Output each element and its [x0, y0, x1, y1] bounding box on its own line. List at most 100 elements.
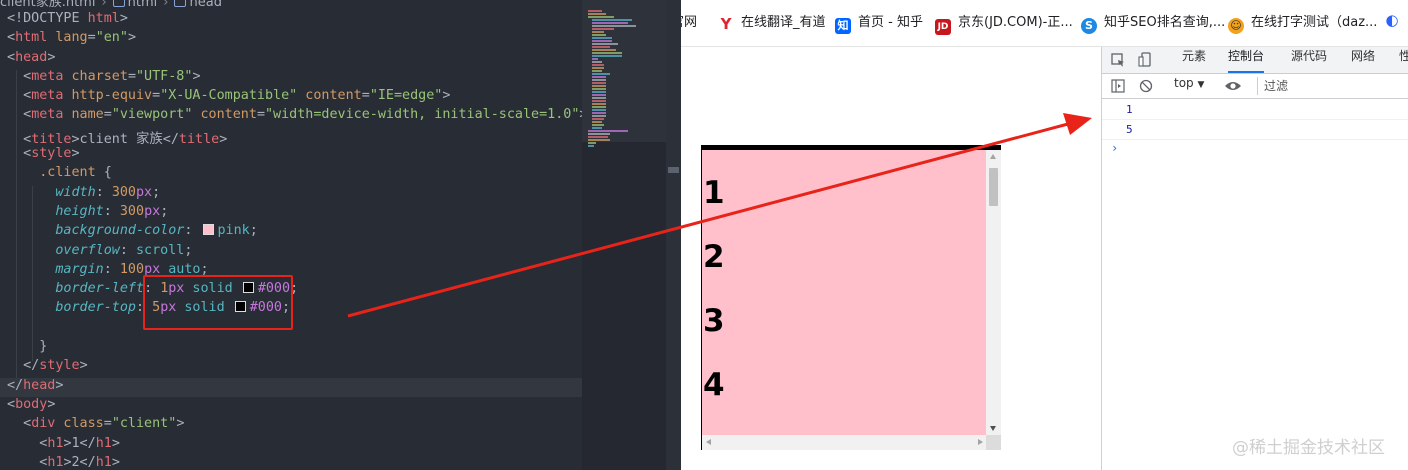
minimap-line [592, 79, 606, 81]
minimap-line [592, 46, 610, 48]
code-line-16: border-top: 5px solid #000; [55, 300, 291, 316]
minimap-line [592, 43, 618, 45]
scroll-thumb[interactable] [989, 168, 998, 206]
code-line-19: </style> [23, 358, 88, 374]
code-line-14: margin: 100px auto; [55, 261, 209, 277]
minimap-line [592, 100, 606, 102]
minimap-line [592, 127, 602, 129]
code-line-10: width: 300px; [55, 184, 161, 200]
element-icon [112, 0, 125, 7]
tab-elements[interactable]: 元素 [1182, 47, 1206, 73]
minimap-line [592, 52, 622, 54]
console-prompt-icon[interactable]: › [1111, 141, 1118, 155]
minimap-line [592, 109, 606, 111]
bookmark-seo[interactable]: S 知乎SEO排名查询,... [1081, 11, 1225, 35]
bookmark-typing-test[interactable]: ☺ 在线打字测试（daz... [1228, 11, 1377, 35]
client-box[interactable]: 1 2 3 4 [701, 145, 1001, 450]
console-log-row: 5 [1102, 120, 1408, 140]
bookmark-zhihu[interactable]: 知首页 - 知乎 [835, 11, 923, 35]
code-lines[interactable]: <!DOCTYPE html> <html lang="en"> <head> … [0, 11, 587, 470]
device-toolbar-icon[interactable] [1138, 47, 1152, 73]
heading-1: 1 [703, 175, 725, 211]
minimap-line [592, 124, 604, 126]
minimap-line [592, 25, 636, 27]
tab-console[interactable]: 控制台 [1228, 47, 1265, 73]
scroll-left-arrow-icon[interactable] [706, 439, 711, 445]
heading-3: 3 [703, 303, 725, 339]
minimap-line [592, 34, 606, 36]
minimap-line [592, 118, 604, 120]
code-line-11: height: 300px; [55, 203, 169, 219]
chevron-right-icon: › [101, 0, 107, 10]
browser-viewport: 1 2 3 4 [681, 47, 1101, 470]
minimap-line [592, 67, 604, 69]
minimap-line [592, 106, 606, 108]
scroll-position-marker [668, 167, 679, 173]
bookmark-more[interactable]: ◐ [1384, 11, 1407, 35]
scrollbar-corner [986, 435, 1001, 450]
tab-network[interactable]: 网络 [1351, 47, 1375, 73]
minimap-line [592, 19, 632, 21]
element-icon [174, 0, 187, 7]
inspect-element-icon[interactable] [1110, 47, 1126, 73]
client-vertical-scrollbar[interactable] [986, 150, 1001, 435]
minimap-line [592, 115, 606, 117]
clear-console-icon[interactable] [1139, 76, 1153, 96]
scroll-up-arrow-icon[interactable] [990, 154, 996, 159]
bookmark-icon: ◐ [1385, 11, 1399, 29]
tab-performance[interactable]: 性 [1399, 47, 1408, 73]
minimap-line [592, 55, 622, 57]
code-line-3: <head> [7, 49, 56, 65]
color-swatch[interactable] [202, 224, 214, 236]
scroll-down-arrow-icon[interactable] [990, 426, 996, 431]
sidebar-toggle-icon[interactable] [1111, 76, 1125, 96]
code-line-12: background-color: pink; [55, 223, 258, 239]
breadcrumb-head[interactable]: head [189, 0, 221, 10]
live-expression-eye-icon[interactable] [1224, 76, 1242, 96]
minimap-line [592, 73, 610, 75]
code-line-18: } [39, 339, 48, 355]
minimap-line [592, 85, 606, 87]
jd-icon: JD [935, 19, 951, 35]
bookmark-youdao[interactable]: Y 在线翻译_有道 [718, 11, 826, 35]
devtools-panel: 元素 控制台 源代码 网络 性 top ▼ 过滤 1 5 › [1101, 47, 1408, 470]
code-line-24: <h1>2</h1> [39, 454, 120, 470]
bookmark-official[interactable]: 官网 [681, 11, 697, 35]
minimap-line [592, 61, 602, 63]
minimap-line [592, 97, 606, 99]
code-editor[interactable]: client家族.html › html › head <!DOCTYPE html> … [0, 0, 681, 470]
minimap-line [588, 10, 602, 12]
minimap-line [592, 49, 616, 51]
minimap-line [592, 82, 606, 84]
breadcrumb: client家族.html › html › head [0, 0, 222, 10]
code-line-4: <meta charset="UTF-8"> [23, 68, 201, 84]
minimap-line [592, 22, 628, 24]
code-line-20-current: </head> [0, 377, 582, 397]
client-horizontal-scrollbar[interactable] [702, 435, 987, 450]
minimap-line [592, 94, 606, 96]
minimap-line [592, 58, 598, 60]
bookmarks-bar: 官网 Y在线翻译_有道 知首页 - 知乎 JD京东(JD.COM)-正... S… [681, 0, 1408, 47]
minimap-line [592, 112, 606, 114]
breadcrumb-html[interactable]: html [128, 0, 158, 10]
bookmark-jd[interactable]: JD 京东(JD.COM)-正... [935, 11, 1073, 35]
heading-4: 4 [703, 367, 725, 403]
scroll-right-arrow-icon[interactable] [978, 439, 983, 445]
code-line-8: <style> [23, 146, 80, 162]
minimap-line [588, 13, 606, 15]
minimap-line [592, 64, 604, 66]
dropdown-arrow-icon: ▼ [1197, 80, 1205, 90]
minimap-line [592, 121, 602, 123]
tab-sources[interactable]: 源代码 [1291, 47, 1327, 73]
minimap-line [592, 37, 612, 39]
minimap-line [588, 139, 610, 141]
typing-icon: ☺ [1228, 18, 1244, 34]
editor-scrollbar[interactable] [666, 0, 681, 470]
code-line-15: border-left: 1px solid #000; [55, 281, 299, 297]
devtools-tabbar: 元素 控制台 源代码 网络 性 [1102, 47, 1408, 74]
minimap-line [592, 40, 612, 42]
breadcrumb-file[interactable]: client家族.html [0, 0, 95, 10]
context-selector[interactable]: top ▼ [1174, 76, 1204, 96]
seo-icon: S [1081, 18, 1097, 34]
console-filter-input[interactable]: 过滤 [1257, 77, 1408, 95]
